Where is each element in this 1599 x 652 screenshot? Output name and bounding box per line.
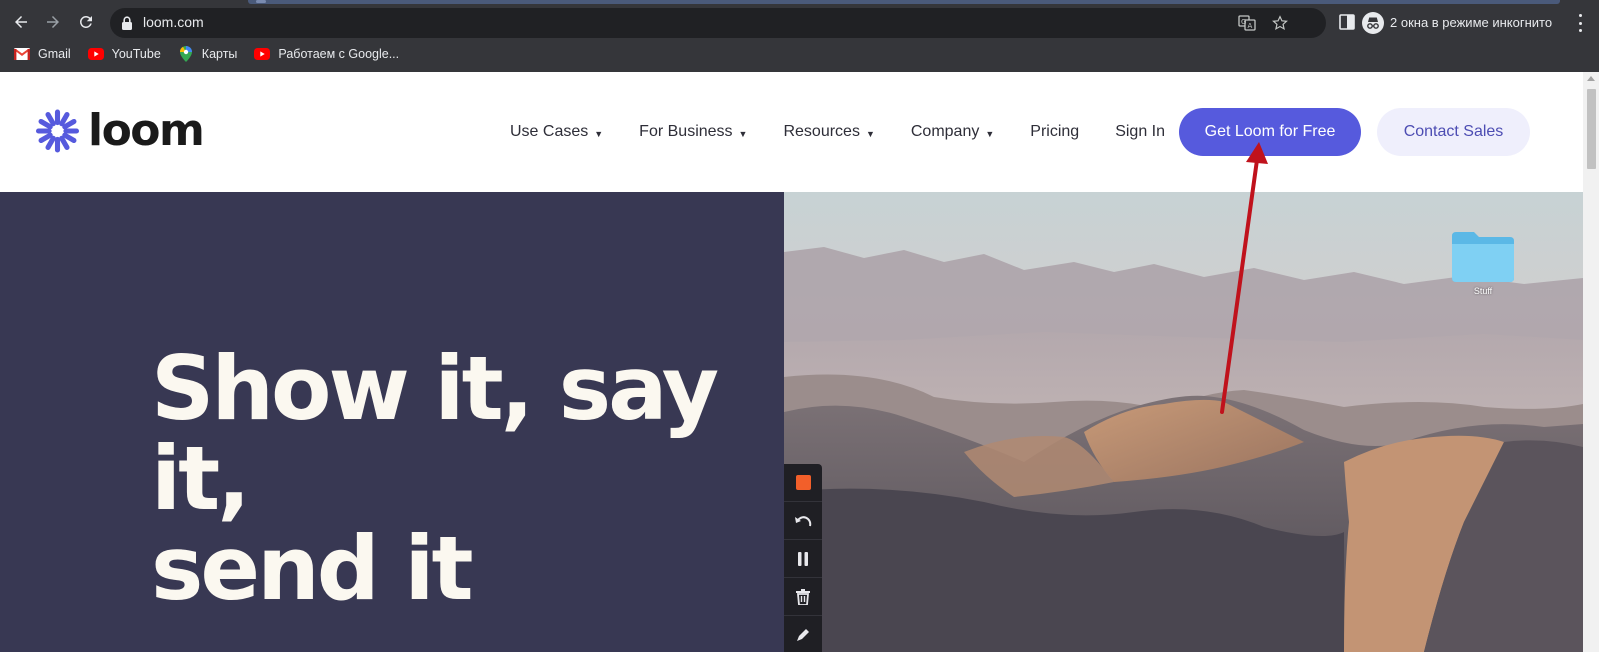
hero-title: Show it, say it, send it	[151, 344, 771, 614]
pause-icon	[798, 551, 808, 566]
bookmark-gmail[interactable]: Gmail	[14, 46, 71, 62]
nav-company[interactable]: Company ▼	[911, 123, 994, 141]
hero-desktop-preview: Stuff	[784, 192, 1583, 652]
side-panel-icon[interactable]	[1339, 14, 1355, 30]
chevron-down-icon: ▼	[738, 128, 748, 139]
bookmark-youtube[interactable]: YouTube	[87, 46, 161, 62]
forward-arrow-icon	[47, 16, 59, 28]
reload-button[interactable]	[71, 6, 101, 38]
loom-logo-icon	[35, 109, 80, 153]
browser-menu-icon[interactable]	[1574, 14, 1586, 32]
chevron-down-icon: ▼	[865, 128, 875, 139]
site-header: loom Use Cases ▼ For Business ▼ Resources ▼…	[0, 72, 1583, 192]
folder-icon	[1452, 232, 1514, 282]
desktop-folder[interactable]: Stuff	[1449, 230, 1517, 296]
trash-icon	[796, 588, 810, 605]
web-page: loom Use Cases ▼ For Business ▼ Resources ▼…	[0, 72, 1583, 652]
bookmark-label: Карты	[201, 47, 238, 61]
nav-sign-in[interactable]: Sign In	[1115, 123, 1165, 141]
chevron-down-icon: ▼	[594, 128, 604, 139]
chevron-down-icon: ▼	[985, 128, 995, 139]
stop-recording-button[interactable]	[784, 464, 822, 502]
browser-toolbar: loom.com GA 2 окна в режиме инкогнито	[0, 6, 1599, 38]
reload-icon	[79, 15, 92, 28]
nav-for-business[interactable]: For Business ▼	[639, 123, 747, 141]
main-nav: Use Cases ▼ For Business ▼ Resources ▼ Comp…	[510, 72, 1201, 192]
bookmark-label: YouTube	[111, 47, 161, 61]
gmail-icon	[14, 46, 30, 62]
url-text[interactable]: loom.com	[143, 14, 204, 30]
youtube-icon	[87, 46, 104, 62]
svg-text:A: A	[1248, 22, 1253, 30]
nav-resources[interactable]: Resources ▼	[783, 123, 874, 141]
incognito-label: 2 окна в режиме инкогнито	[1390, 15, 1553, 30]
nav-label: Resources	[783, 123, 860, 140]
maps-pin-icon	[178, 46, 194, 62]
back-arrow-icon	[15, 16, 27, 28]
recording-controls	[784, 464, 822, 652]
nav-label: Pricing	[1030, 123, 1080, 140]
hero-title-line-2: send it	[151, 517, 474, 620]
bookmarks-bar: Gmail YouTube Карты Работаем с Google...	[0, 43, 416, 65]
incognito-icon	[1362, 11, 1384, 34]
scroll-thumb[interactable]	[1587, 89, 1596, 169]
logo-wordmark: loom	[88, 105, 205, 156]
nav-label: Company	[910, 123, 980, 140]
undo-icon	[795, 515, 812, 526]
page-scrollbar[interactable]	[1583, 72, 1599, 652]
bookmark-label: Работаем с Google...	[278, 47, 400, 61]
get-loom-free-button[interactable]: Get Loom for Free	[1179, 108, 1361, 156]
delete-recording-button[interactable]	[784, 578, 822, 616]
bookmark-star-icon[interactable]	[1271, 14, 1289, 32]
folder-label: Stuff	[1473, 286, 1493, 296]
forward-button[interactable]	[38, 6, 68, 38]
svg-text:G: G	[1241, 18, 1246, 26]
bookmark-label: Gmail	[38, 47, 71, 61]
address-bar[interactable]: loom.com GA	[110, 8, 1326, 38]
lock-icon	[122, 16, 132, 30]
nav-label: For Business	[639, 123, 733, 140]
translate-icon[interactable]: GA	[1238, 14, 1256, 32]
nav-pricing[interactable]: Pricing	[1030, 123, 1079, 141]
hero-title-line-1: Show it, say it,	[151, 337, 719, 530]
nav-label: Sign In	[1115, 123, 1165, 140]
incognito-profile-chip[interactable]: 2 окна в режиме инкогнито	[1362, 8, 1575, 37]
youtube-icon	[254, 46, 271, 62]
contact-sales-button[interactable]: Contact Sales	[1377, 108, 1530, 156]
loom-logo[interactable]: loom	[35, 105, 205, 156]
nav-label: Use Cases	[510, 123, 589, 140]
back-button[interactable]	[6, 6, 36, 38]
nav-use-cases[interactable]: Use Cases ▼	[510, 123, 603, 141]
browser-chrome: loom.com GA 2 окна в режиме инкогнито Gm…	[0, 0, 1599, 72]
restart-button[interactable]	[784, 502, 822, 540]
active-tab-edge[interactable]	[248, 0, 1560, 4]
pause-button[interactable]	[784, 540, 822, 578]
pen-icon	[797, 629, 809, 641]
stop-icon	[795, 475, 811, 490]
bookmark-maps[interactable]: Карты	[178, 46, 238, 62]
draw-button[interactable]	[784, 616, 822, 652]
bookmark-google-work[interactable]: Работаем с Google...	[254, 46, 399, 62]
scroll-up-icon[interactable]	[1587, 76, 1595, 81]
